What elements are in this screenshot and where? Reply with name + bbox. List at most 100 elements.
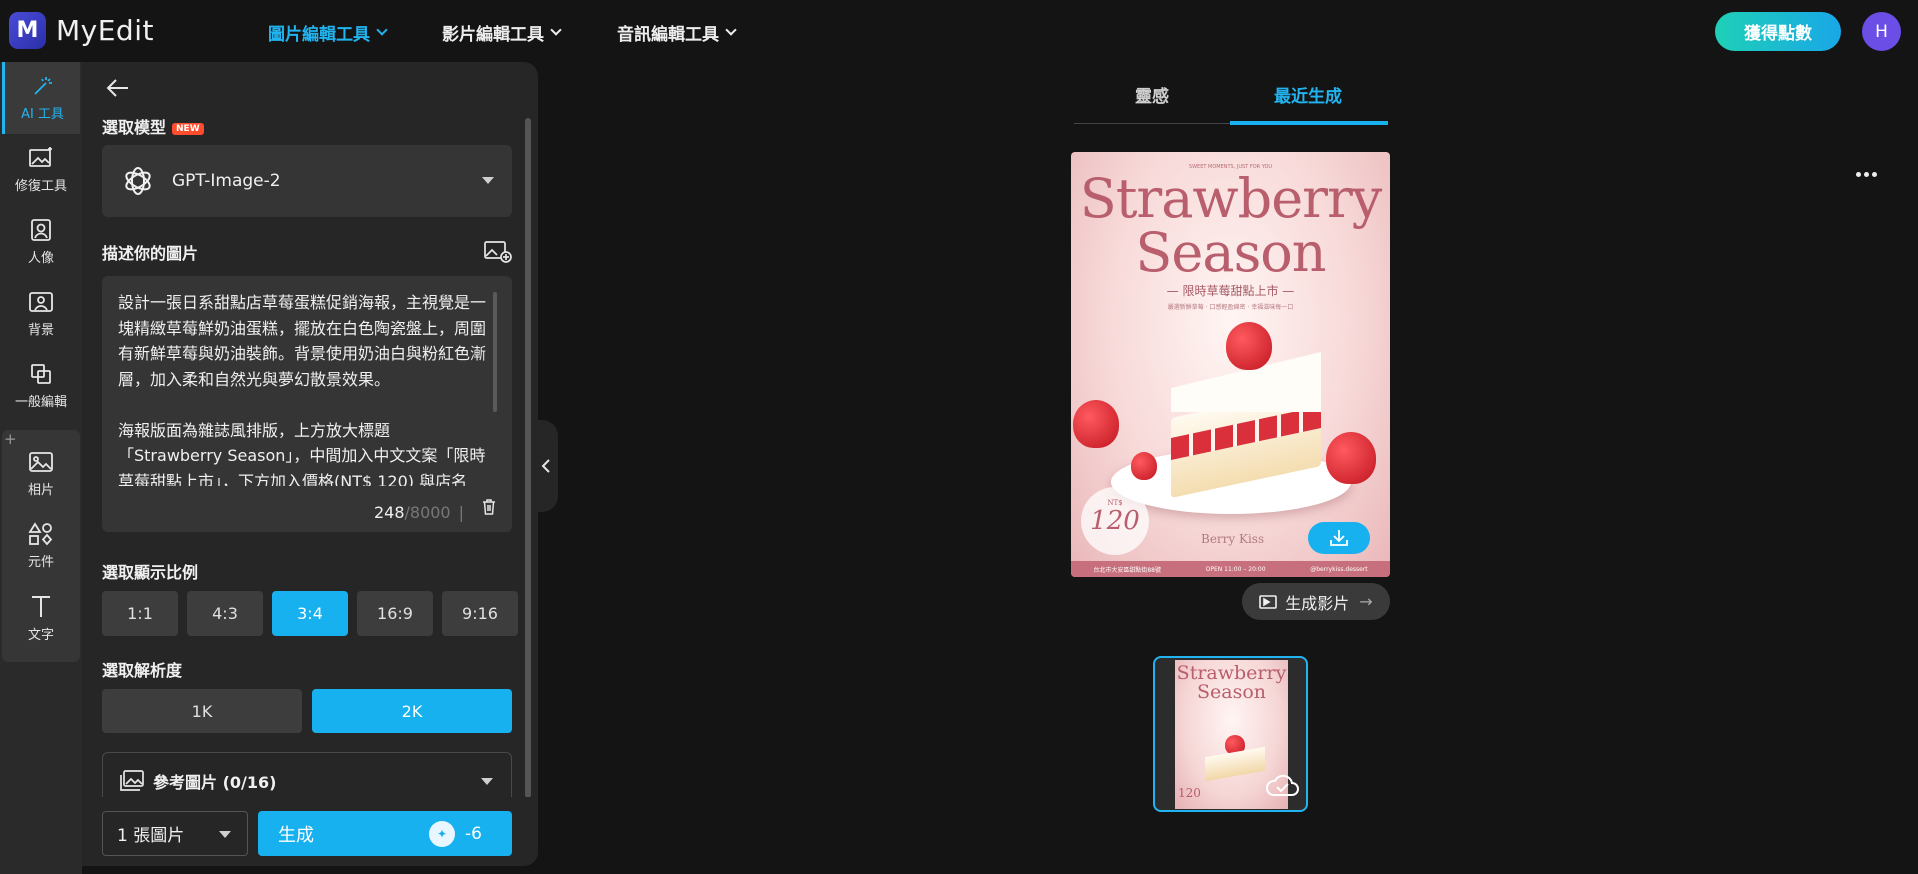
poster-title-line1: Strawberry: [1079, 167, 1383, 230]
rail-item-background[interactable]: 背景: [2, 278, 80, 350]
char-count: 248: [373, 503, 405, 522]
rail-item-ai-tools[interactable]: AI 工具: [2, 62, 80, 134]
nav-label: 影片編輯工具: [442, 25, 544, 45]
resolution-1k-button[interactable]: 1K: [102, 689, 302, 733]
back-button[interactable]: [106, 78, 130, 102]
images-icon: [120, 769, 144, 791]
image-sparkle-icon: [29, 147, 52, 167]
rail-item-photo[interactable]: 相片: [2, 438, 80, 510]
video-icon: [1259, 594, 1278, 609]
ratio-3-4-button[interactable]: 3:4: [272, 591, 348, 636]
chevron-left-icon: [541, 459, 550, 473]
nav-image-tools[interactable]: 圖片編輯工具: [268, 20, 388, 45]
strawberry-shape: [1326, 432, 1376, 484]
arrow-left-icon: [106, 79, 128, 97]
ratio-9-16-button[interactable]: 9:16: [442, 591, 518, 636]
ratio-label: 選取顯示比例: [102, 563, 199, 582]
ai-settings-panel: 選取模型 NEW GPT-Image-2 描述你的圖片 設計一張日系甜點店草莓蛋糕…: [82, 62, 538, 866]
get-points-button[interactable]: 獲得點數: [1715, 12, 1841, 51]
ratio-4-3-button[interactable]: 4:3: [187, 591, 263, 636]
rail-item-label: 背景: [27, 323, 54, 338]
thumbnail-price: 120: [1178, 786, 1201, 800]
app-logo[interactable]: M MyEdit: [9, 12, 154, 49]
magic-wand-icon: [33, 77, 52, 95]
counter-separator: |: [458, 503, 464, 522]
app-name: MyEdit: [56, 14, 154, 47]
shapes-icon: [28, 522, 53, 546]
rail-item-general-edit[interactable]: 一般編輯: [2, 350, 80, 422]
more-options-button[interactable]: [1856, 172, 1877, 177]
tab-inspiration[interactable]: 靈感: [1074, 82, 1230, 107]
reference-label: 參考圖片 (0/16): [153, 772, 277, 792]
ratio-options: 1:1 4:3 3:4 16:9 9:16: [102, 591, 518, 636]
arrow-right-icon: →: [1359, 592, 1373, 611]
avatar[interactable]: H: [1862, 12, 1901, 51]
thumbnail-title: Strawberry Season: [1175, 664, 1288, 702]
model-section-label: 選取模型 NEW: [102, 114, 204, 138]
video-button-label: 生成影片: [1285, 593, 1350, 613]
new-badge: NEW: [172, 122, 204, 135]
image-add-icon: [484, 241, 512, 263]
tool-rail: AI 工具 修復工具 人像 背景 一般編輯 + 相片 元件 文字: [0, 62, 82, 874]
photo-icon: [29, 452, 53, 472]
poster-footer: 台北市大安區甜點街88號 OPEN 11:00 – 20:00 @berryki…: [1071, 561, 1390, 577]
rail-item-label: 文字: [27, 628, 54, 643]
footer-social: @berrykiss.dessert: [1310, 565, 1368, 573]
footer-hours: OPEN 11:00 – 20:00: [1205, 565, 1266, 573]
image-count-value: 1 張圖片: [117, 826, 185, 846]
generate-cost: ✦ -6: [429, 811, 482, 856]
rail-item-elements[interactable]: 元件: [2, 510, 80, 582]
model-name: GPT-Image-2: [172, 171, 281, 191]
resolution-2k-button[interactable]: 2K: [312, 689, 512, 733]
ratio-16-9-button[interactable]: 16:9: [357, 591, 433, 636]
generate-button[interactable]: 生成 ✦ -6: [258, 811, 512, 856]
top-bar: M MyEdit 圖片編輯工具 影片編輯工具 音訊編輯工具 獲得點數 H: [0, 0, 1918, 62]
tab-recent[interactable]: 最近生成: [1230, 82, 1386, 107]
prompt-text[interactable]: 設計一張日系甜點店草莓蛋糕促銷海報，主視覺是一塊精緻草莓鮮奶油蛋糕，擺放在白色陶…: [118, 290, 488, 486]
rail-item-portrait[interactable]: 人像: [2, 206, 80, 278]
dot: [1856, 172, 1861, 177]
caret-down-icon: [482, 177, 494, 184]
rail-item-label: 修復工具: [14, 179, 67, 194]
prompt-scrollbar[interactable]: [493, 292, 497, 412]
download-button[interactable]: [1308, 522, 1370, 554]
openai-logo-icon: [125, 167, 151, 195]
result-thumbnail[interactable]: Strawberry Season 120: [1153, 656, 1308, 812]
credit-shield-icon: ✦: [429, 820, 456, 847]
logo-mark-icon: M: [9, 12, 46, 49]
ratio-1-1-button[interactable]: 1:1: [102, 591, 178, 636]
collapse-panel-button[interactable]: [534, 420, 558, 512]
rail-item-repair[interactable]: 修復工具: [2, 134, 80, 206]
nav-label: 圖片編輯工具: [268, 25, 370, 45]
nav-audio-tools[interactable]: 音訊編輯工具: [617, 20, 737, 45]
dot: [1864, 172, 1869, 177]
poster-price: NT$ 120: [1081, 487, 1149, 555]
caret-down-icon: [481, 778, 493, 785]
image-count-select[interactable]: 1 張圖片: [102, 811, 248, 856]
chevron-down-icon: [550, 24, 562, 36]
rail-item-text[interactable]: 文字: [2, 582, 80, 654]
price-value: 120: [1090, 506, 1140, 536]
cost-value: -6: [465, 823, 482, 844]
clear-prompt-button[interactable]: [482, 499, 496, 519]
caret-down-icon: [219, 831, 231, 838]
result-tabs: 靈感 最近生成: [1074, 72, 1388, 125]
describe-label: 描述你的圖片: [102, 244, 199, 263]
poster-brand: Berry Kiss: [1201, 532, 1265, 546]
thumbnail-title-line2: Season: [1196, 681, 1266, 703]
nav-video-tools[interactable]: 影片編輯工具: [442, 20, 562, 45]
active-tab-indicator: [1230, 121, 1388, 125]
prompt-textarea[interactable]: 設計一張日系甜點店草莓蛋糕促銷海報，主視覺是一塊精緻草莓鮮奶油蛋糕，擺放在白色陶…: [102, 276, 512, 532]
image-upload-button[interactable]: [484, 240, 512, 268]
generated-image[interactable]: SWEET MOMENTS, JUST FOR YOU Strawberry S…: [1071, 152, 1390, 577]
chevron-down-icon: [725, 24, 737, 36]
trash-icon: [483, 499, 495, 515]
generate-bar: 1 張圖片 生成 ✦ -6: [82, 797, 538, 866]
rail-item-label: AI 工具: [21, 107, 64, 122]
strawberry-shape: [1131, 452, 1157, 480]
poster-subtitle2: 嚴選新鮮草莓 · 口感輕盈綿密 · 幸福滋味每一口: [1167, 304, 1294, 311]
generate-video-button[interactable]: 生成影片 →: [1242, 583, 1390, 620]
model-select[interactable]: GPT-Image-2: [102, 145, 512, 217]
rail-item-label: 人像: [27, 251, 54, 266]
panel-scrollbar[interactable]: [525, 118, 531, 798]
